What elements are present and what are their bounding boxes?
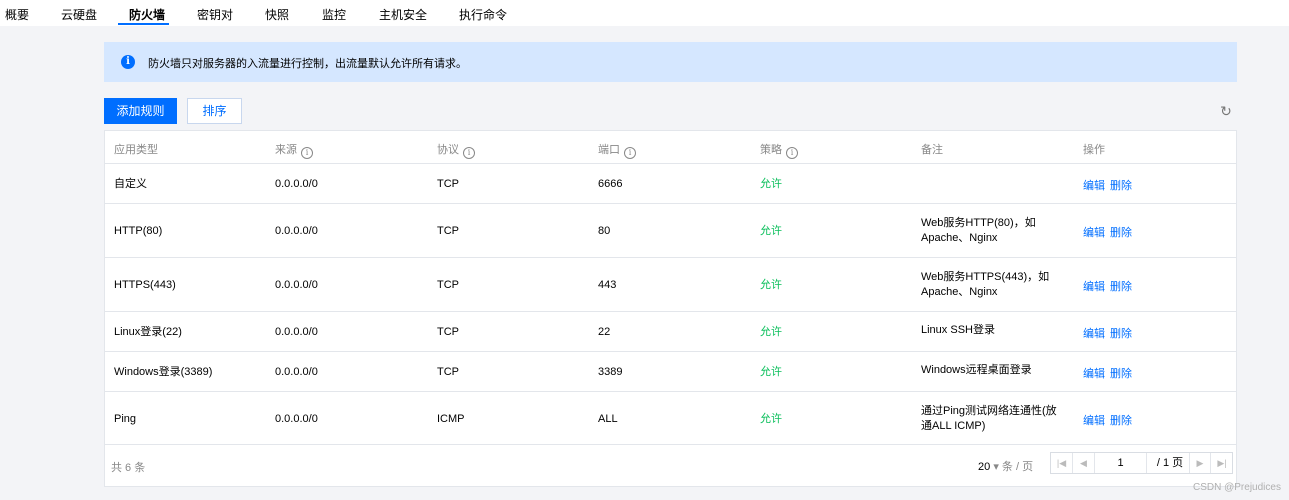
header-source: 来源 i — [275, 141, 313, 159]
delete-link[interactable]: 删除 — [1110, 325, 1132, 341]
sort-button[interactable]: 排序 — [187, 98, 242, 124]
cell-protocol: TCP — [437, 326, 459, 338]
cell-protocol: TCP — [437, 279, 459, 291]
cell-note: Web服务HTTP(80)，如Apache、Nginx — [921, 217, 1036, 244]
first-page-icon[interactable]: |◀ — [1051, 453, 1073, 473]
cell-app-type: Ping — [114, 413, 137, 425]
table-header: 应用类型 来源 i 协议 i 端口 i 策略 i 备注 操作 — [105, 131, 1236, 164]
cell-protocol: ICMP — [437, 413, 465, 425]
total-pages: / 1 页 — [1156, 457, 1184, 469]
header-policy: 策略 i — [760, 141, 798, 159]
delete-link[interactable]: 删除 — [1110, 365, 1132, 381]
tab-keypair[interactable]: 密钥对 — [197, 6, 233, 23]
cell-source: 0.0.0.0/0 — [275, 178, 318, 190]
table-footer: 共 6 条 20 ▾ 条 / 页 |◀ ◀ 1 / 1 页 ▶ ▶| — [105, 445, 1236, 487]
tab-overview[interactable]: 概要 — [5, 6, 29, 23]
refresh-icon[interactable]: ↻ — [1219, 103, 1233, 119]
last-page-icon[interactable]: ▶| — [1211, 453, 1233, 473]
table-row: 自定义 0.0.0.0/0 TCP 6666 允许 编辑 删除 — [105, 164, 1236, 204]
prev-page-icon[interactable]: ◀ — [1073, 453, 1095, 473]
chevron-down-icon: ▾ — [993, 461, 999, 473]
cell-policy: 允许 — [760, 178, 782, 190]
cell-protocol: TCP — [437, 178, 459, 190]
tab-monitor[interactable]: 监控 — [322, 6, 346, 23]
cell-port: 3389 — [598, 366, 623, 378]
cell-note: Linux SSH登录 — [921, 324, 995, 336]
table-row: HTTPS(443) 0.0.0.0/0 TCP 443 允许 Web服务HTT… — [105, 258, 1236, 312]
header-protocol: 协议 i — [437, 141, 475, 159]
table-row: HTTP(80) 0.0.0.0/0 TCP 80 允许 Web服务HTTP(8… — [105, 204, 1236, 258]
edit-link[interactable]: 编辑 — [1083, 278, 1105, 294]
cell-app-type: 自定义 — [114, 178, 147, 190]
info-icon[interactable]: i — [624, 147, 636, 159]
cell-app-type: Windows登录(3389) — [114, 366, 213, 378]
page-input[interactable]: 1 — [1095, 453, 1147, 473]
edit-link[interactable]: 编辑 — [1083, 365, 1105, 381]
add-rule-button[interactable]: 添加规则 — [104, 98, 177, 124]
tab-cloud-disk[interactable]: 云硬盘 — [61, 6, 97, 23]
cell-source: 0.0.0.0/0 — [275, 366, 318, 378]
cell-policy: 允许 — [760, 326, 782, 338]
active-tab-indicator — [118, 23, 169, 25]
cell-app-type: Linux登录(22) — [114, 326, 182, 338]
info-alert: i 防火墙只对服务器的入流量进行控制，出流量默认允许所有请求。 — [104, 42, 1237, 82]
header-app-type: 应用类型 — [114, 144, 158, 156]
cell-policy: 允许 — [760, 225, 782, 237]
cell-port: ALL — [598, 413, 618, 425]
cell-source: 0.0.0.0/0 — [275, 279, 318, 291]
page-size-select[interactable]: 20 ▾ 条 / 页 — [978, 458, 1033, 474]
cell-note: Windows远程桌面登录 — [921, 364, 1032, 376]
pagination: |◀ ◀ 1 / 1 页 ▶ ▶| — [1050, 452, 1233, 474]
firewall-rules-table: 应用类型 来源 i 协议 i 端口 i 策略 i 备注 操作 自定义 0.0.0.0/0… — [104, 130, 1237, 487]
header-note: 备注 — [921, 144, 943, 156]
watermark: CSDN @Prejudices — [1193, 482, 1281, 493]
cell-port: 22 — [598, 326, 611, 338]
edit-link[interactable]: 编辑 — [1083, 224, 1105, 240]
cell-port: 443 — [598, 279, 617, 291]
alert-text: 防火墙只对服务器的入流量进行控制，出流量默认允许所有请求。 — [148, 58, 467, 70]
header-actions: 操作 — [1083, 144, 1105, 156]
cell-source: 0.0.0.0/0 — [275, 413, 318, 425]
table-row: Linux登录(22) 0.0.0.0/0 TCP 22 允许 Linux SS… — [105, 312, 1236, 352]
tab-host-security[interactable]: 主机安全 — [379, 6, 427, 23]
total-count: 共 6 条 — [111, 462, 146, 474]
header-port: 端口 i — [598, 141, 636, 159]
cell-port: 6666 — [598, 178, 623, 190]
cell-app-type: HTTPS(443) — [114, 279, 176, 291]
tab-firewall[interactable]: 防火墙 — [129, 6, 165, 23]
cell-policy: 允许 — [760, 279, 782, 291]
delete-link[interactable]: 删除 — [1110, 224, 1132, 240]
cell-source: 0.0.0.0/0 — [275, 225, 318, 237]
info-icon[interactable]: i — [301, 147, 313, 159]
next-page-icon[interactable]: ▶ — [1189, 453, 1211, 473]
cell-policy: 允许 — [760, 413, 782, 425]
top-nav: 概要 云硬盘 防火墙 密钥对 快照 监控 主机安全 执行命令 — [0, 0, 1289, 26]
edit-link[interactable]: 编辑 — [1083, 325, 1105, 341]
delete-link[interactable]: 删除 — [1110, 278, 1132, 294]
cell-app-type: HTTP(80) — [114, 225, 163, 237]
tab-run-command[interactable]: 执行命令 — [459, 6, 507, 23]
cell-protocol: TCP — [437, 225, 459, 237]
edit-link[interactable]: 编辑 — [1083, 177, 1105, 193]
cell-protocol: TCP — [437, 366, 459, 378]
cell-source: 0.0.0.0/0 — [275, 326, 318, 338]
table-row: Ping 0.0.0.0/0 ICMP ALL 允许 通过Ping测试网络连通性… — [105, 392, 1236, 445]
cell-note: 通过Ping测试网络连通性(放通ALL ICMP) — [921, 405, 1057, 432]
cell-policy: 允许 — [760, 366, 782, 378]
cell-port: 80 — [598, 225, 611, 237]
info-icon[interactable]: i — [463, 147, 475, 159]
table-row: Windows登录(3389) 0.0.0.0/0 TCP 3389 允许 Wi… — [105, 352, 1236, 392]
info-icon: i — [121, 55, 135, 69]
edit-link[interactable]: 编辑 — [1083, 412, 1105, 428]
delete-link[interactable]: 删除 — [1110, 412, 1132, 428]
info-icon[interactable]: i — [786, 147, 798, 159]
cell-note: Web服务HTTPS(443)，如Apache、Nginx — [921, 271, 1050, 298]
delete-link[interactable]: 删除 — [1110, 177, 1132, 193]
tab-snapshot[interactable]: 快照 — [265, 6, 289, 23]
